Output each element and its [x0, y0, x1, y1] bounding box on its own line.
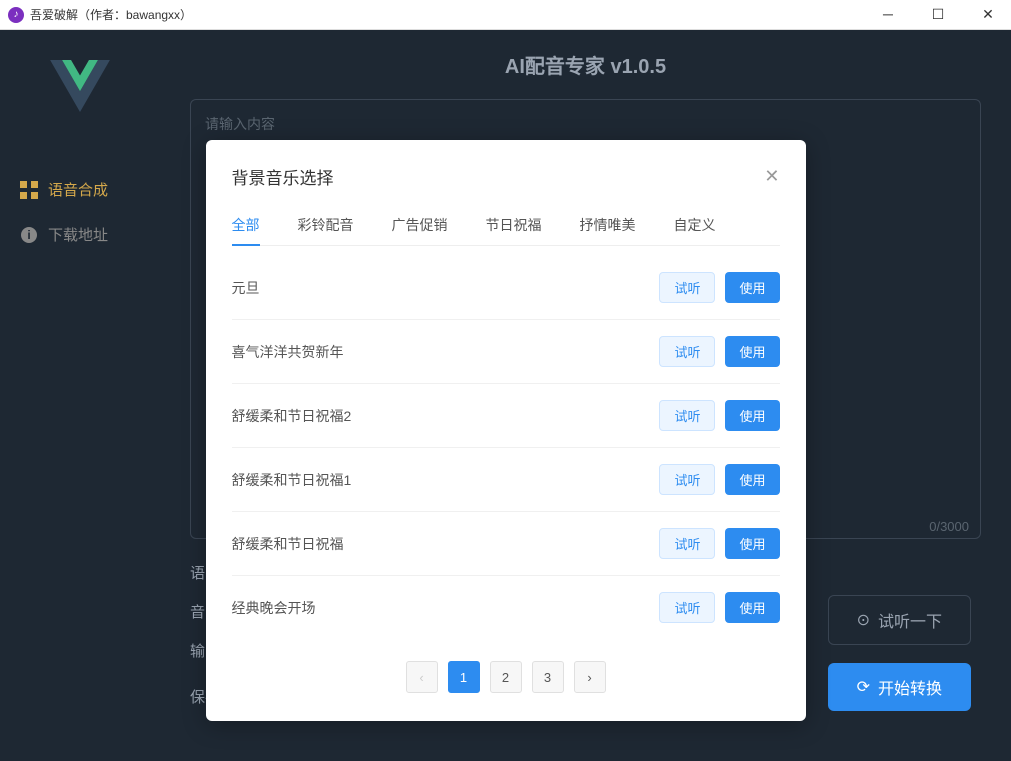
music-item: 舒缓柔和节日祝福 试听 使用 [232, 512, 780, 576]
maximize-button[interactable]: ☐ [923, 6, 953, 23]
window-title: 吾爱破解（作者：bawangxx） [30, 6, 192, 23]
music-name: 舒缓柔和节日祝福1 [232, 470, 352, 490]
music-item: 喜气洋洋共贺新年 试听 使用 [232, 320, 780, 384]
music-use-button[interactable]: 使用 [725, 528, 779, 559]
tab-ringtone[interactable]: 彩铃配音 [298, 205, 354, 245]
window-controls: ─ ☐ ✕ [873, 6, 1003, 23]
music-use-button[interactable]: 使用 [725, 400, 779, 431]
music-preview-button[interactable]: 试听 [659, 528, 715, 559]
tab-all[interactable]: 全部 [232, 205, 260, 245]
music-use-button[interactable]: 使用 [725, 592, 779, 623]
modal-title: 背景音乐选择 [232, 164, 334, 189]
music-list: 元旦 试听 使用 喜气洋洋共贺新年 试听 使用 舒缓柔和节日祝福2 试听 使用 [232, 256, 780, 639]
chevron-right-icon: › [587, 670, 591, 685]
music-item: 元旦 试听 使用 [232, 256, 780, 320]
music-name: 舒缓柔和节日祝福 [232, 534, 344, 554]
bgm-modal: 背景音乐选择 ✕ 全部 彩铃配音 广告促销 节日祝福 抒情唯美 自定义 元旦 试… [206, 140, 806, 721]
music-preview-button[interactable]: 试听 [659, 400, 715, 431]
music-item: 舒缓柔和节日祝福2 试听 使用 [232, 384, 780, 448]
music-use-button[interactable]: 使用 [725, 336, 779, 367]
modal-close-button[interactable]: ✕ [764, 166, 779, 187]
tab-custom[interactable]: 自定义 [674, 205, 716, 245]
music-name: 舒缓柔和节日祝福2 [232, 406, 352, 426]
music-name: 经典晚会开场 [232, 598, 316, 618]
music-name: 元旦 [232, 278, 260, 298]
music-use-button[interactable]: 使用 [725, 272, 779, 303]
pagination: ‹ 1 2 3 › [232, 661, 780, 693]
minimize-button[interactable]: ─ [873, 6, 903, 23]
tab-lyrical[interactable]: 抒情唯美 [580, 205, 636, 245]
tab-festival[interactable]: 节日祝福 [486, 205, 542, 245]
music-preview-button[interactable]: 试听 [659, 464, 715, 495]
modal-overlay: 背景音乐选择 ✕ 全部 彩铃配音 广告促销 节日祝福 抒情唯美 自定义 元旦 试… [0, 30, 1011, 761]
window-titlebar: ♪ 吾爱破解（作者：bawangxx） ─ ☐ ✕ [0, 0, 1011, 30]
music-preview-button[interactable]: 试听 [659, 272, 715, 303]
music-preview-button[interactable]: 试听 [659, 336, 715, 367]
page-2-button[interactable]: 2 [490, 661, 522, 693]
music-item: 舒缓柔和节日祝福1 试听 使用 [232, 448, 780, 512]
page-next-button[interactable]: › [574, 661, 606, 693]
close-button[interactable]: ✕ [973, 6, 1003, 23]
music-use-button[interactable]: 使用 [725, 464, 779, 495]
music-name: 喜气洋洋共贺新年 [232, 342, 344, 362]
app-icon: ♪ [8, 7, 24, 23]
modal-tabs: 全部 彩铃配音 广告促销 节日祝福 抒情唯美 自定义 [232, 205, 780, 246]
page-3-button[interactable]: 3 [532, 661, 564, 693]
page-prev-button[interactable]: ‹ [406, 661, 438, 693]
music-preview-button[interactable]: 试听 [659, 592, 715, 623]
tab-ad[interactable]: 广告促销 [392, 205, 448, 245]
page-1-button[interactable]: 1 [448, 661, 480, 693]
music-item: 经典晚会开场 试听 使用 [232, 576, 780, 639]
chevron-left-icon: ‹ [419, 670, 423, 685]
